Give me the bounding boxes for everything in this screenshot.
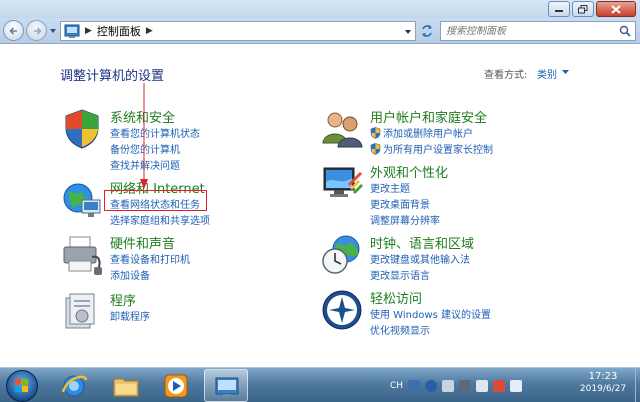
windows-logo-icon <box>15 379 28 392</box>
taskbar-clock[interactable]: 17:23 2019/6/27 <box>574 371 632 394</box>
control-panel-content: 调整计算机的设置 查看方式: 类别 系统和安全 查看您的计算机状态 备份您的计算… <box>0 45 640 367</box>
link-add-remove-accounts[interactable]: 添加或删除用户帐户 <box>370 125 473 140</box>
clock-time: 17:23 <box>588 371 618 382</box>
play-icon <box>164 374 188 398</box>
vm-icon[interactable] <box>459 379 472 392</box>
category-clock-language: 时钟、语言和区域 更改键盘或其他输入法 更改显示语言 <box>320 233 560 283</box>
link-change-display-language[interactable]: 更改显示语言 <box>370 267 430 282</box>
link-change-desktop-background[interactable]: 更改桌面背景 <box>370 196 430 211</box>
folder-icon <box>113 378 139 397</box>
taskbar: CH 17:23 2019/6/27 <box>0 367 640 402</box>
breadcrumb-separator-icon[interactable]: ▶ <box>146 26 153 36</box>
clock-globe-icon[interactable] <box>320 233 364 277</box>
close-button[interactable] <box>596 1 636 17</box>
refresh-icon <box>422 25 432 37</box>
category-user-accounts: 用户帐户和家庭安全 添加或删除用户帐户 为所有用户设置家长控制 <box>320 107 560 157</box>
history-dropdown-icon[interactable] <box>49 27 57 35</box>
ie-logo-icon <box>61 375 88 397</box>
ease-of-access-icon[interactable] <box>320 288 364 332</box>
show-desktop-button[interactable] <box>635 368 640 402</box>
link-optimize-video-display[interactable]: 优化视频显示 <box>370 322 430 337</box>
link-recommended-settings[interactable]: 使用 Windows 建议的设置 <box>370 306 491 321</box>
page-title: 调整计算机的设置 <box>60 69 165 84</box>
shield-icon[interactable] <box>60 107 104 151</box>
refresh-button[interactable] <box>418 21 436 41</box>
category-title[interactable]: 时钟、语言和区域 <box>370 233 474 252</box>
action-center-icon[interactable] <box>493 379 506 392</box>
maximize-button[interactable] <box>572 1 594 17</box>
flag-icon[interactable] <box>442 379 455 392</box>
navigation-toolbar: ▶ 控制面板 ▶ <box>0 18 640 44</box>
forward-arrow-icon <box>34 27 42 35</box>
media-player-icon[interactable] <box>154 369 198 402</box>
uac-shield-icon <box>370 127 381 139</box>
system-tray: CH <box>390 368 523 402</box>
restore-icon <box>578 4 588 13</box>
link-parental-controls[interactable]: 为所有用户设置家长控制 <box>370 141 493 156</box>
explorer-folder-icon[interactable] <box>104 369 148 402</box>
link-add-device[interactable]: 添加设备 <box>110 267 150 282</box>
programs-icon[interactable] <box>60 290 104 334</box>
network-tray-icon[interactable] <box>476 379 489 392</box>
link-change-input-method[interactable]: 更改键盘或其他输入法 <box>370 251 470 266</box>
link-label[interactable]: 为所有用户设置家长控制 <box>383 145 493 156</box>
category-hardware-sound: 硬件和声音 查看设备和打印机 添加设备 <box>60 233 280 282</box>
category-title[interactable]: 程序 <box>110 290 136 309</box>
category-title[interactable]: 轻松访问 <box>370 288 422 307</box>
annotation-highlight-box <box>104 190 207 211</box>
minimize-button[interactable] <box>548 1 570 17</box>
category-system-security: 系统和安全 查看您的计算机状态 备份您的计算机 查找并解决问题 <box>60 107 280 172</box>
category-title[interactable]: 外观和个性化 <box>370 162 448 181</box>
link-adjust-resolution[interactable]: 调整屏幕分辨率 <box>370 212 440 227</box>
search-box[interactable] <box>440 21 636 41</box>
link-change-theme[interactable]: 更改主题 <box>370 180 410 195</box>
control-panel-small-icon <box>64 24 80 38</box>
breadcrumb-control-panel[interactable]: 控制面板 <box>97 23 141 39</box>
link-view-computer-status[interactable]: 查看您的计算机状态 <box>110 125 200 140</box>
minimize-icon <box>555 10 563 12</box>
back-arrow-icon <box>9 27 17 35</box>
address-dropdown-icon[interactable] <box>404 28 412 36</box>
close-icon <box>611 4 621 14</box>
help-icon[interactable] <box>425 379 438 392</box>
search-icon[interactable] <box>619 25 631 37</box>
clock-date: 2019/6/27 <box>579 384 627 394</box>
users-icon[interactable] <box>320 107 364 151</box>
printer-icon[interactable] <box>60 233 104 277</box>
search-input[interactable] <box>446 25 606 37</box>
annotation-arrow-icon <box>140 83 148 189</box>
forward-button[interactable] <box>26 20 47 41</box>
language-indicator[interactable]: CH <box>390 381 403 391</box>
category-title[interactable]: 硬件和声音 <box>110 233 175 252</box>
category-title[interactable]: 用户帐户和家庭安全 <box>370 107 487 126</box>
category-ease-of-access: 轻松访问 使用 Windows 建议的设置 优化视频显示 <box>320 288 560 338</box>
address-bar[interactable]: ▶ 控制面板 ▶ <box>60 21 416 41</box>
display-icon[interactable] <box>320 162 364 206</box>
view-by-dropdown[interactable]: 类别 <box>537 66 557 81</box>
link-homegroup-sharing[interactable]: 选择家庭组和共享选项 <box>110 212 210 227</box>
breadcrumb-separator-icon: ▶ <box>85 26 92 36</box>
link-devices-printers[interactable]: 查看设备和打印机 <box>110 251 190 266</box>
view-by-chevron-icon[interactable] <box>562 70 569 75</box>
uac-shield-icon <box>370 143 381 155</box>
category-programs: 程序 卸载程序 <box>60 290 280 336</box>
category-appearance: 外观和个性化 更改主题 更改桌面背景 调整屏幕分辨率 <box>320 162 560 227</box>
network-globe-icon[interactable] <box>60 178 104 222</box>
control-panel-taskbar-icon <box>215 377 239 397</box>
view-by-label: 查看方式: <box>484 70 528 81</box>
back-button[interactable] <box>3 20 24 41</box>
internet-explorer-icon[interactable] <box>52 369 96 402</box>
link-label[interactable]: 添加或删除用户帐户 <box>383 129 473 140</box>
start-orb-icon[interactable] <box>6 370 38 402</box>
keyboard-icon[interactable] <box>408 379 421 392</box>
window-controls <box>548 1 636 17</box>
control-panel-icon[interactable] <box>204 369 248 402</box>
volume-icon[interactable] <box>510 379 523 392</box>
title-bar <box>0 0 640 18</box>
link-uninstall-program[interactable]: 卸载程序 <box>110 308 150 323</box>
